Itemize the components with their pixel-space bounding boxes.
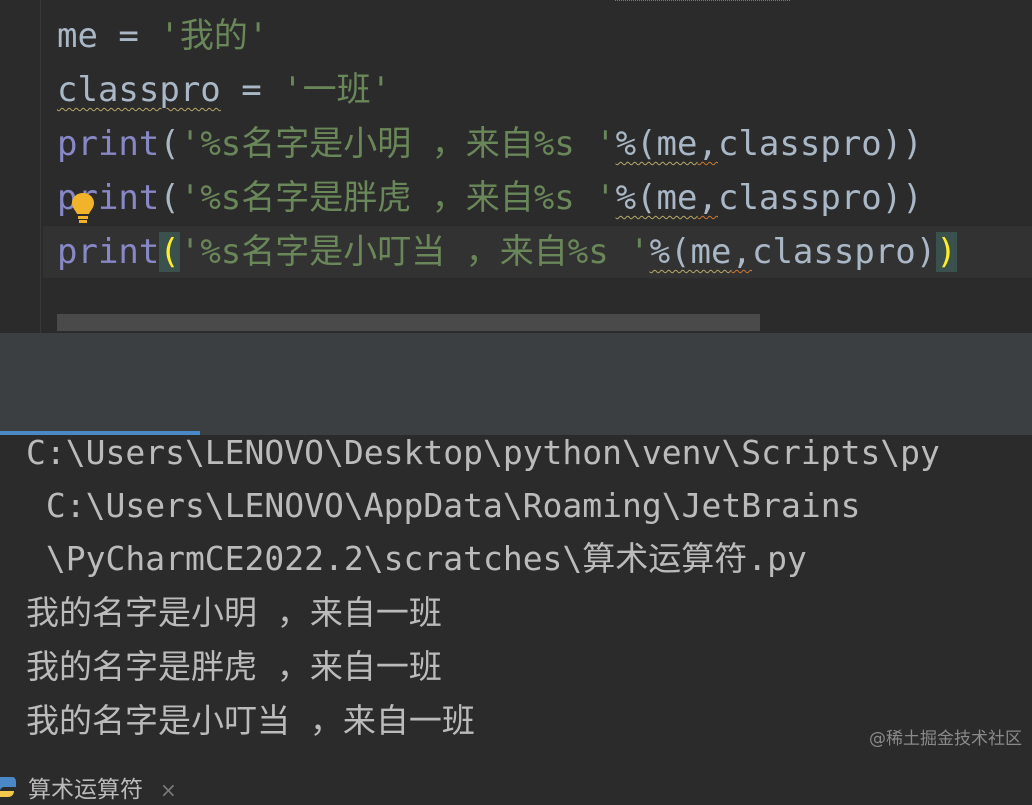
code-line-5-current[interactable]: print('%s名字是小叮当 ，来自%s '%(me,classpro)) bbox=[43, 226, 1032, 278]
code-editor[interactable]: me = '我的' classpro = '一班' print('%s名字是小明… bbox=[0, 0, 1032, 333]
code-var: classpro bbox=[57, 70, 221, 110]
code-paren-highlight: ) bbox=[936, 232, 957, 272]
console-output-line: 我的名字是胖虎 ，来自一班 bbox=[26, 647, 442, 686]
code-line-4[interactable]: print('%s名字是胖虎 ，来自%s '%(me,classpro)) bbox=[57, 172, 923, 224]
code-comma: , bbox=[697, 178, 718, 218]
code-format: %(me bbox=[615, 178, 698, 218]
code-paren: )) bbox=[881, 178, 923, 218]
python-icon bbox=[0, 777, 16, 797]
code-function: print bbox=[57, 124, 160, 164]
horizontal-scrollbar[interactable] bbox=[57, 314, 760, 331]
code-string: '一班' bbox=[282, 70, 392, 110]
code-operator: = bbox=[220, 70, 283, 110]
code-arg: classpro bbox=[717, 124, 882, 164]
code-var: me bbox=[57, 16, 98, 56]
panel-divider[interactable] bbox=[0, 333, 1032, 381]
console-output-line: 我的名字是小明 ，来自一班 bbox=[26, 593, 442, 632]
code-line-3[interactable]: print('%s名字是小明 ，来自%s '%(me,classpro)) bbox=[57, 118, 923, 170]
code-paren: )) bbox=[881, 124, 923, 164]
code-string: '%s名字是小明 ，来自%s ' bbox=[179, 124, 616, 164]
console-line-command: C:\Users\LENOVO\Desktop\python\venv\Scri… bbox=[26, 433, 940, 472]
code-line-1[interactable]: me = '我的' bbox=[57, 10, 268, 62]
code-paren: ( bbox=[159, 178, 180, 218]
run-tab-label[interactable]: 算术运算符 bbox=[28, 775, 143, 805]
console-output-line: 我的名字是小叮当 ，来自一班 bbox=[26, 701, 475, 740]
code-arg: classpro bbox=[751, 232, 916, 272]
code-arg: classpro bbox=[717, 178, 882, 218]
code-string: '%s名字是小叮当 ，来自%s ' bbox=[179, 232, 650, 272]
console-line-script-path: C:\Users\LENOVO\AppData\Roaming\JetBrain… bbox=[26, 486, 861, 525]
console-line-script-path: \PyCharmCE2022.2\scratches\算术运算符.py bbox=[26, 539, 807, 578]
code-paren: ( bbox=[159, 124, 180, 164]
close-icon[interactable]: × bbox=[160, 775, 177, 805]
editor-gutter-border bbox=[40, 0, 41, 333]
code-paren-highlight: ( bbox=[159, 232, 180, 272]
code-string: '我的' bbox=[159, 16, 269, 56]
code-line-2[interactable]: classpro = '一班' bbox=[57, 64, 391, 116]
code-comma: , bbox=[731, 232, 752, 272]
truncated-line-marker bbox=[615, 0, 790, 4]
lightbulb-icon[interactable] bbox=[68, 190, 98, 226]
code-operator: = bbox=[97, 16, 160, 56]
code-format: %(me bbox=[649, 232, 732, 272]
watermark: @稀土掘金技术社区 bbox=[869, 729, 1022, 749]
code-string: '%s名字是胖虎 ，来自%s ' bbox=[179, 178, 616, 218]
code-function: print bbox=[57, 232, 160, 272]
code-comma: , bbox=[697, 124, 718, 164]
code-paren: ) bbox=[915, 232, 937, 272]
code-format: %(me bbox=[615, 124, 698, 164]
